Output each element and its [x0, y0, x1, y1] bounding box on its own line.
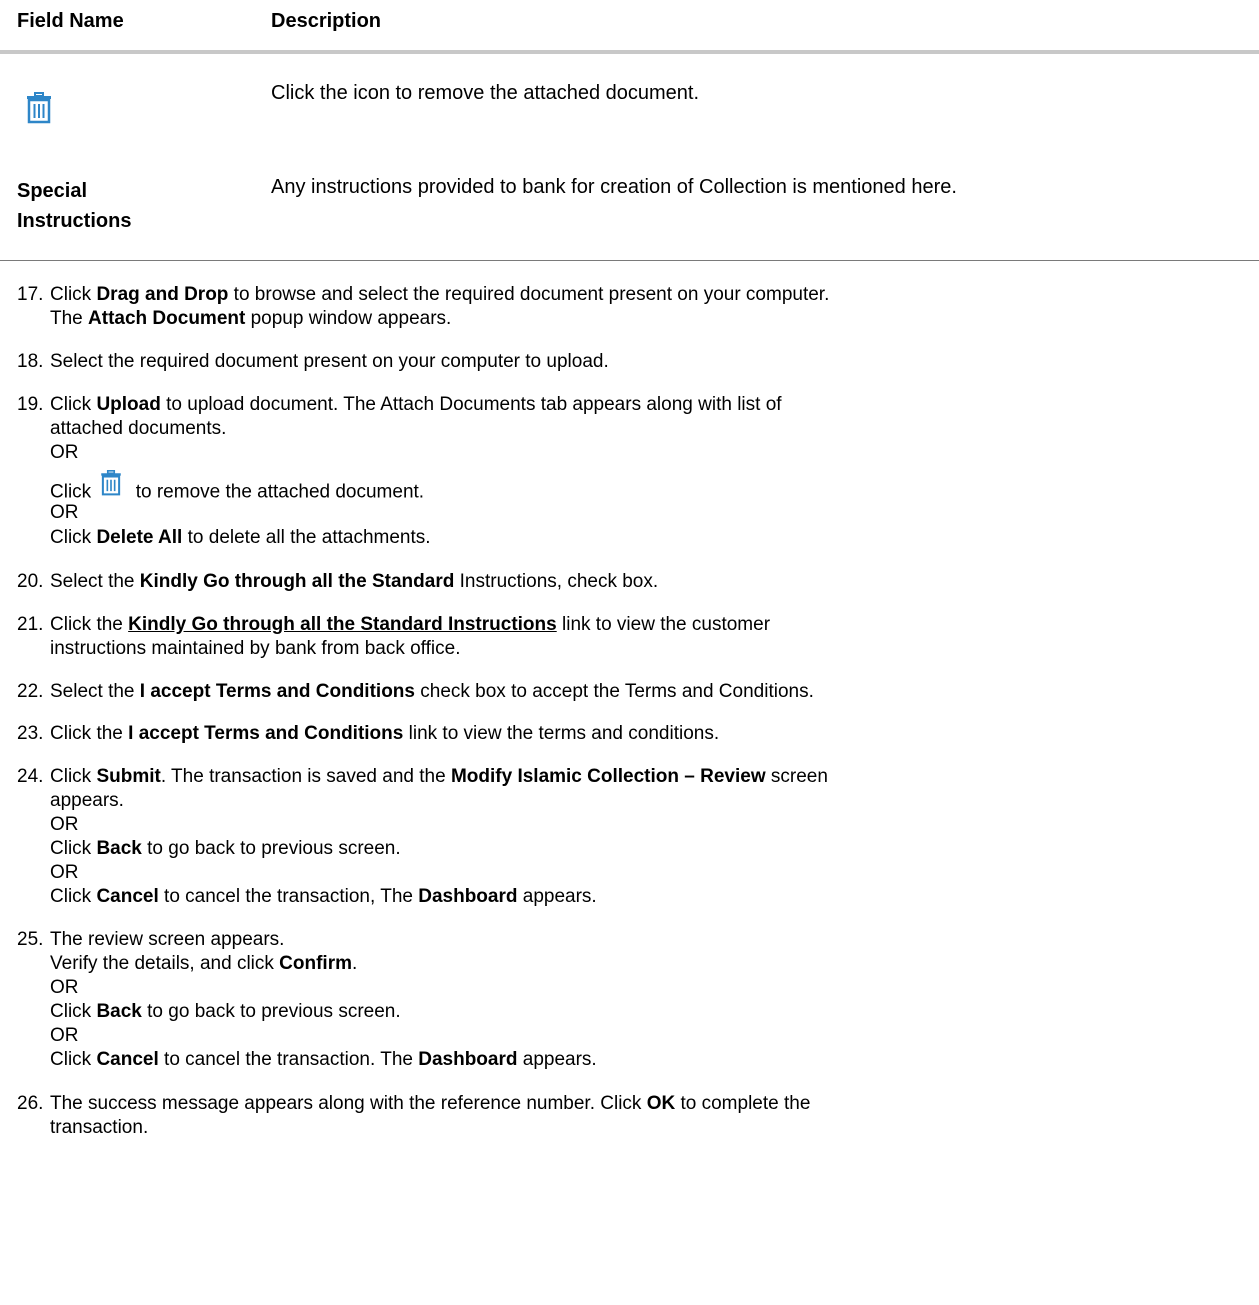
field-special-instructions: Special Instructions [17, 180, 132, 232]
header-description: Description [271, 10, 382, 32]
row-description-special-instructions: Any instructions provided to bank for cr… [271, 176, 957, 198]
standard-instructions-link[interactable]: Kindly Go through all the Standard Instr… [128, 614, 557, 635]
table-bottom-divider [0, 260, 1259, 261]
step-19: 19. Click Upload to upload document. The … [17, 394, 782, 415]
step-26: 26. The success message appears along wit… [17, 1093, 811, 1114]
step-21: 21. Click the Kindly Go through all the S… [17, 614, 771, 635]
row-description-trash: Click the icon to remove the attached do… [271, 82, 700, 104]
step-20: 20. Select the Kindly Go through all the … [17, 571, 659, 592]
table-header: Field Name Description [0, 0, 1259, 52]
step-18: 18. Select the required document present … [17, 351, 609, 372]
step-25: 25. The review screen appears. [17, 929, 285, 950]
header-field-name: Field Name [17, 10, 124, 32]
trash-icon [26, 92, 52, 130]
step-22: 22. Select the I accept Terms and Conditi… [17, 681, 814, 702]
step-17: 17. Click Drag and Drop to browse and sel… [17, 284, 830, 305]
header-divider [0, 50, 1259, 54]
step-24: 24. Click Submit. The transaction is save… [17, 766, 828, 787]
trash-icon [100, 470, 122, 503]
step-23: 23. Click the I accept Terms and Conditio… [17, 723, 720, 744]
